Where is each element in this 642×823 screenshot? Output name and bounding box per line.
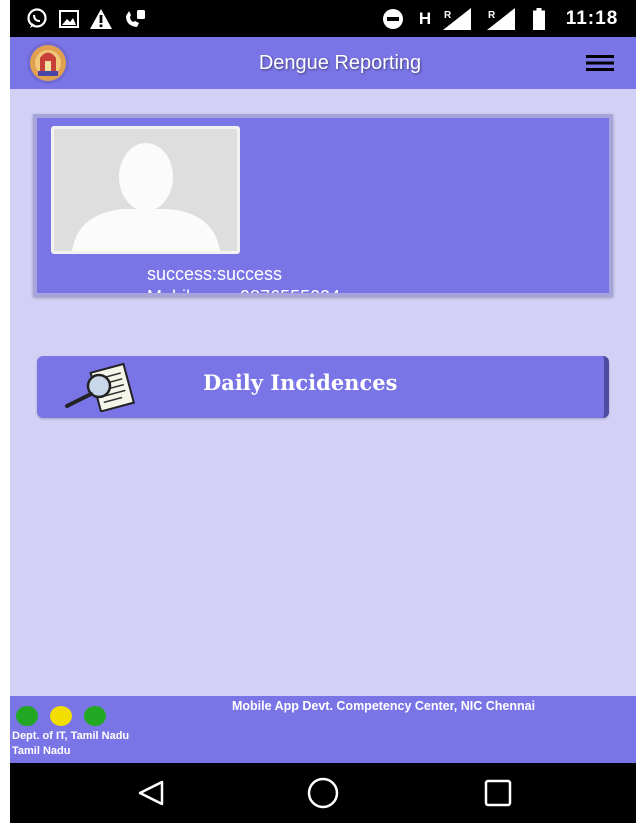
- recents-square-icon[interactable]: [458, 763, 538, 823]
- status-bar: H R R 11:18: [10, 0, 636, 37]
- whatsapp-icon: [24, 0, 50, 37]
- app-bar: Dengue Reporting: [10, 37, 636, 89]
- tamil-nadu-emblem-icon: [26, 41, 70, 85]
- footer-credit: Mobile App Devt. Competency Center, NIC …: [232, 699, 536, 713]
- footer-dept: Dept. of IT, Tamil Nadu: [12, 730, 130, 742]
- network-type-label: H: [418, 8, 432, 28]
- signal-roaming-icon: R: [440, 0, 474, 37]
- call-icon: [122, 0, 148, 37]
- daily-incidences-label: Daily Incidences: [203, 370, 398, 395]
- profile-card: success:success Mobile no : 9876555094: [33, 114, 613, 297]
- status-dot-green: [16, 706, 38, 726]
- do-not-disturb-icon: [380, 0, 406, 37]
- phone-screen: H R R 11:18 Dengue Reporting success:suc…: [10, 0, 636, 823]
- status-dot-green: [84, 706, 106, 726]
- profile-status-text: success:success: [147, 264, 283, 284]
- image-icon: [57, 0, 81, 37]
- daily-incidences-button[interactable]: Daily Incidences: [37, 356, 609, 418]
- profile-mobile-text: Mobile no : 9876555094: [147, 287, 341, 297]
- report-magnifier-icon: [59, 362, 139, 413]
- home-circle-icon[interactable]: [283, 763, 363, 823]
- svg-text:R: R: [488, 10, 496, 21]
- footer: Mobile App Devt. Competency Center, NIC …: [10, 696, 636, 763]
- navigation-bar: [10, 763, 636, 823]
- footer-state: Tamil Nadu: [12, 745, 71, 757]
- status-dot-yellow: [50, 706, 72, 726]
- default-user-avatar-icon: [51, 126, 240, 254]
- status-time: 11:18: [565, 7, 619, 29]
- battery-icon: [530, 0, 548, 37]
- svg-text:R: R: [444, 10, 452, 21]
- app-title: Dengue Reporting: [258, 51, 422, 74]
- warning-icon: [88, 0, 114, 37]
- main-content: success:success Mobile no : 9876555094 D…: [10, 89, 636, 696]
- signal-icon: R: [484, 0, 518, 37]
- back-triangle-icon[interactable]: [111, 763, 191, 823]
- hamburger-menu-icon[interactable]: [578, 45, 622, 81]
